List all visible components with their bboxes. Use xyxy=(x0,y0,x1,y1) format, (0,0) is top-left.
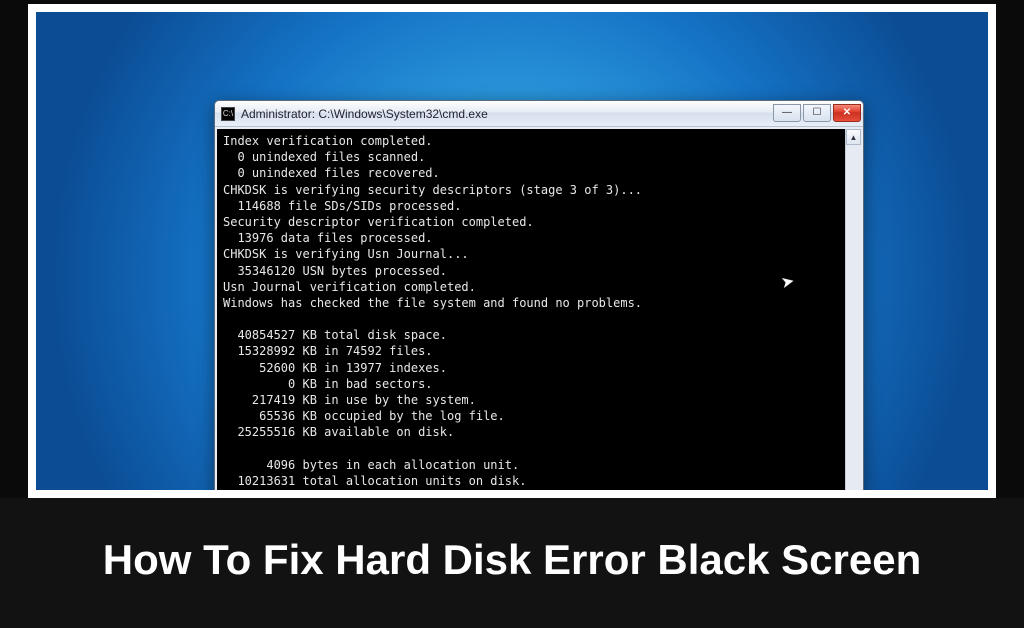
close-button[interactable]: ✕ xyxy=(833,104,861,122)
caption-bar: How To Fix Hard Disk Error Black Screen xyxy=(0,498,1024,628)
caption-text: How To Fix Hard Disk Error Black Screen xyxy=(103,535,922,585)
window-title: Administrator: C:\Windows\System32\cmd.e… xyxy=(241,107,773,121)
scroll-track[interactable] xyxy=(846,145,861,490)
window-buttons: — ☐ ✕ xyxy=(773,105,861,123)
windows-desktop: C:\ Administrator: C:\Windows\System32\c… xyxy=(36,12,988,490)
cmd-icon: C:\ xyxy=(221,107,235,121)
cmd-window: C:\ Administrator: C:\Windows\System32\c… xyxy=(214,100,864,490)
minimize-button[interactable]: — xyxy=(773,104,801,122)
scroll-up-button[interactable]: ▲ xyxy=(846,129,861,145)
maximize-button[interactable]: ☐ xyxy=(803,104,831,122)
titlebar[interactable]: C:\ Administrator: C:\Windows\System32\c… xyxy=(215,101,863,127)
terminal-output[interactable]: Index verification completed. 0 unindexe… xyxy=(217,129,845,490)
vertical-scrollbar[interactable]: ▲ ▼ xyxy=(845,129,861,490)
screenshot-frame: C:\ Administrator: C:\Windows\System32\c… xyxy=(28,4,996,498)
terminal-client-area: Index verification completed. 0 unindexe… xyxy=(215,127,863,490)
